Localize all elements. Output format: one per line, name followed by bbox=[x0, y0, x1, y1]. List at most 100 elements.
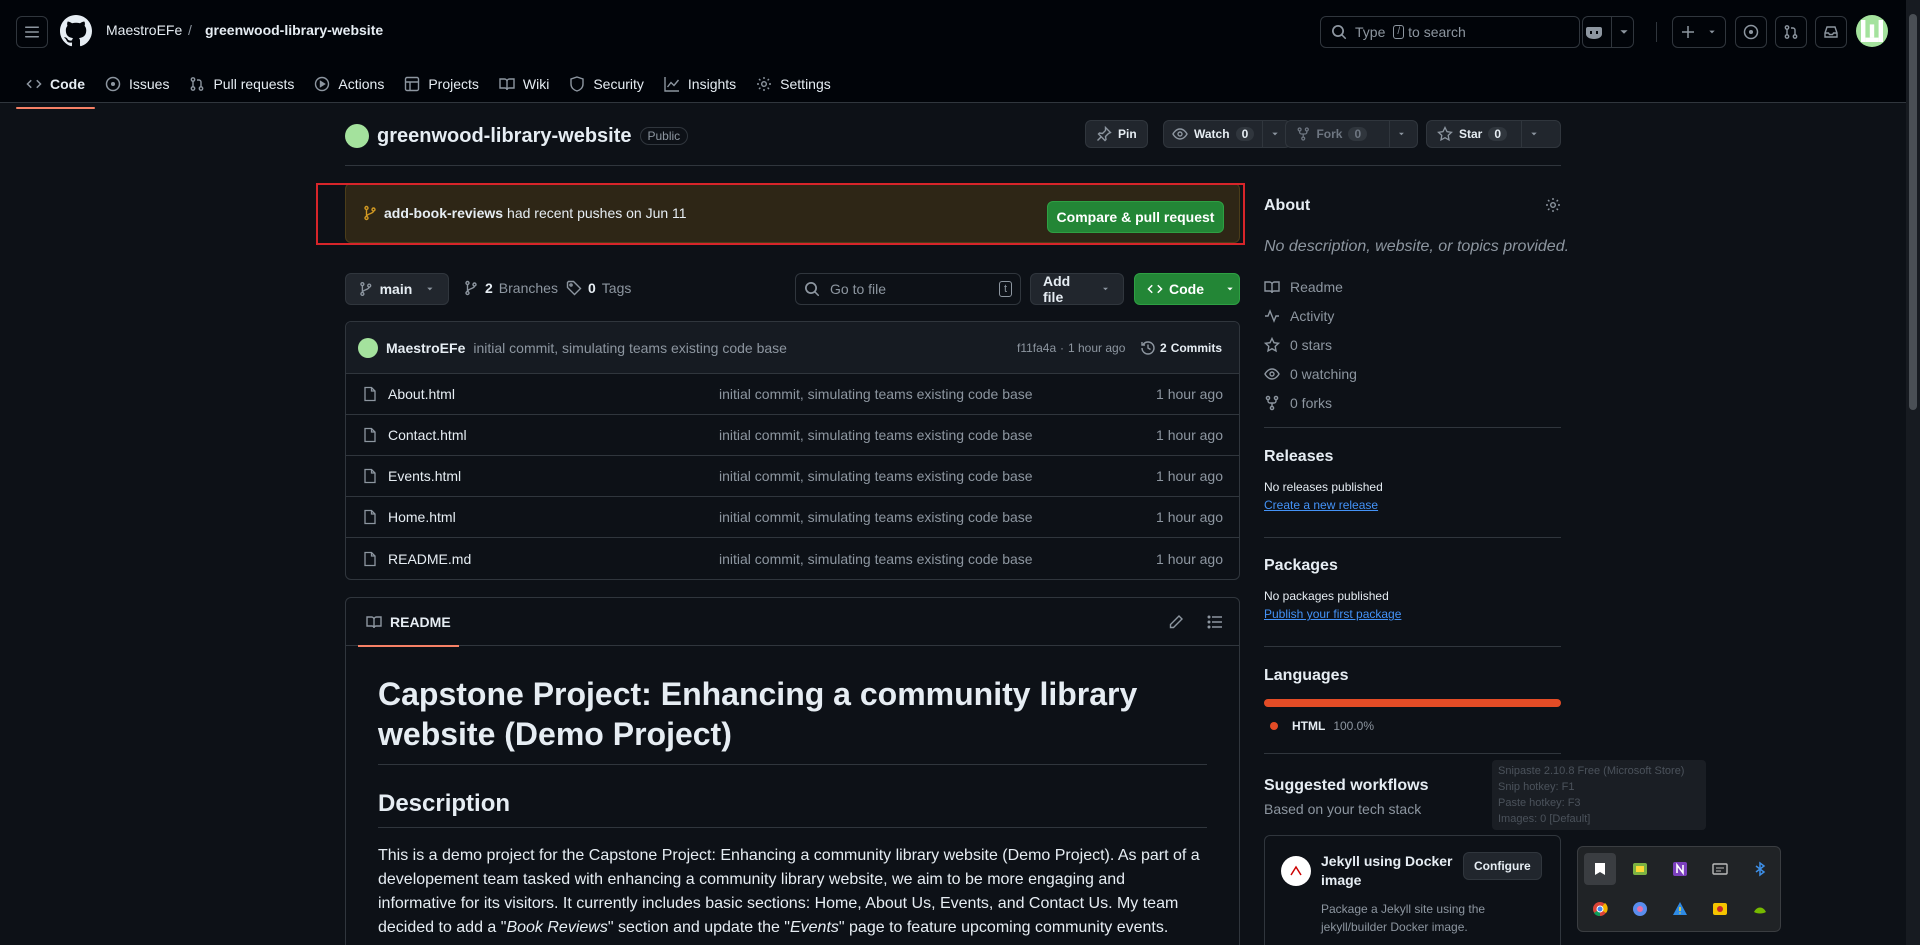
security-tray-icon[interactable] bbox=[1704, 893, 1736, 925]
tab-wiki[interactable]: Wiki bbox=[489, 66, 559, 102]
tab-security[interactable]: Security bbox=[559, 66, 654, 102]
file-row[interactable]: Home.html initial commit, simulating team… bbox=[346, 497, 1239, 538]
packages-title[interactable]: Packages bbox=[1264, 557, 1401, 575]
tab-label: Insights bbox=[687, 76, 737, 92]
file-commit-message[interactable]: initial commit, simulating teams existin… bbox=[719, 427, 1033, 443]
user-avatar[interactable] bbox=[1856, 15, 1888, 47]
snipaste-tray-icon[interactable] bbox=[1584, 853, 1616, 885]
file-row[interactable]: Contact.html initial commit, simulating t… bbox=[346, 415, 1239, 456]
tab-code[interactable]: Code bbox=[16, 66, 95, 109]
file-row[interactable]: README.md initial commit, simulating team… bbox=[346, 538, 1239, 579]
pull-request-icon bbox=[1784, 25, 1798, 39]
releases-title[interactable]: Releases bbox=[1264, 448, 1383, 466]
tab-projects[interactable]: Projects bbox=[394, 66, 489, 102]
add-file-button[interactable]: Add file bbox=[1030, 273, 1124, 305]
bluetooth-tray-icon[interactable] bbox=[1744, 853, 1776, 885]
github-logo-icon[interactable] bbox=[60, 15, 92, 47]
file-commit-message[interactable]: initial commit, simulating teams existin… bbox=[719, 386, 1033, 402]
warning-tray-icon[interactable] bbox=[1664, 893, 1696, 925]
about-settings-button[interactable] bbox=[1545, 197, 1561, 213]
owner-avatar[interactable] bbox=[345, 124, 369, 148]
star-button[interactable]: Star 0 bbox=[1426, 120, 1561, 148]
search-input[interactable]: Type / to search bbox=[1320, 16, 1580, 48]
code-button[interactable]: Code bbox=[1134, 273, 1240, 305]
file-commit-message[interactable]: initial commit, simulating teams existin… bbox=[719, 468, 1033, 484]
copilot-icon bbox=[1585, 27, 1602, 39]
about-section: About bbox=[1264, 197, 1561, 215]
pull-requests-button[interactable] bbox=[1775, 16, 1807, 48]
tags-link[interactable]: 0 Tags bbox=[566, 280, 631, 296]
branch-selector[interactable]: main bbox=[345, 273, 449, 305]
commit-author-avatar[interactable] bbox=[358, 337, 378, 358]
issues-button[interactable] bbox=[1735, 16, 1767, 48]
display-tray-icon[interactable] bbox=[1704, 853, 1736, 885]
about-link[interactable]: 0 watching bbox=[1264, 359, 1561, 388]
breadcrumb-owner[interactable]: MaestroEFe bbox=[106, 22, 182, 38]
tab-actions[interactable]: Actions bbox=[304, 66, 394, 102]
language-item[interactable]: HTML 100.0% bbox=[1264, 719, 1561, 733]
commits-link[interactable]: 2 Commits bbox=[1140, 340, 1222, 356]
chevron-down-icon bbox=[1531, 132, 1537, 136]
file-commit-message[interactable]: initial commit, simulating teams existin… bbox=[719, 509, 1033, 525]
about-link[interactable]: 0 stars bbox=[1264, 330, 1561, 359]
suggested-workflows-section: Suggested workflows Based on your tech s… bbox=[1264, 777, 1428, 817]
publish-package-link[interactable]: Publish your first package bbox=[1264, 607, 1401, 621]
copilot-tray-icon[interactable] bbox=[1624, 893, 1656, 925]
eye-icon bbox=[1264, 367, 1280, 380]
scrollbar-thumb[interactable] bbox=[1909, 14, 1917, 410]
menu-button[interactable] bbox=[16, 16, 48, 48]
workflows-subtitle: Based on your tech stack bbox=[1264, 801, 1422, 817]
tab-issues[interactable]: Issues bbox=[95, 66, 179, 102]
create-release-link[interactable]: Create a new release bbox=[1264, 498, 1383, 512]
fork-button[interactable]: Fork 0 bbox=[1285, 120, 1418, 148]
nvidia-tray-icon[interactable] bbox=[1744, 893, 1776, 925]
readme-tab-label: README bbox=[390, 614, 451, 630]
edit-readme-button[interactable] bbox=[1168, 614, 1184, 630]
tab-settings[interactable]: Settings bbox=[746, 66, 841, 102]
commit-message[interactable]: initial commit, simulating teams existin… bbox=[473, 340, 787, 356]
workflow-card-title[interactable]: Jekyll using Docker image bbox=[1321, 852, 1461, 890]
tags-label: Tags bbox=[601, 280, 632, 296]
file-row[interactable]: About.html initial commit, simulating tea… bbox=[346, 374, 1239, 415]
app-tray-icon[interactable] bbox=[1624, 853, 1656, 885]
about-link-label: 0 watching bbox=[1290, 365, 1357, 382]
go-to-file-input[interactable]: Go to file t bbox=[795, 273, 1021, 305]
readme-tab[interactable]: README bbox=[358, 598, 459, 647]
code-label: Code bbox=[1169, 281, 1204, 297]
repo-name[interactable]: greenwood-library-website bbox=[377, 125, 632, 148]
tab-insights[interactable]: Insights bbox=[654, 66, 746, 102]
copilot-button[interactable] bbox=[1582, 16, 1634, 48]
commit-author[interactable]: MaestroEFe bbox=[386, 340, 465, 356]
fork-icon bbox=[1297, 127, 1309, 141]
file-icon bbox=[362, 427, 378, 443]
create-new-button[interactable] bbox=[1672, 16, 1726, 48]
branches-link[interactable]: 2 Branches bbox=[463, 280, 558, 296]
about-link[interactable]: Readme bbox=[1264, 272, 1561, 301]
file-name[interactable]: README.md bbox=[388, 551, 471, 567]
about-link[interactable]: 0 forks bbox=[1264, 388, 1561, 417]
page-scrollbar[interactable] bbox=[1906, 0, 1920, 945]
readme-heading-description: Description bbox=[378, 789, 1207, 828]
file-commit-message[interactable]: initial commit, simulating teams existin… bbox=[719, 551, 1033, 567]
tab-pull-requests[interactable]: Pull requests bbox=[179, 66, 304, 102]
outline-button[interactable] bbox=[1207, 614, 1223, 630]
file-name[interactable]: Events.html bbox=[388, 468, 461, 484]
tab-label: Code bbox=[50, 76, 85, 92]
pin-button[interactable]: Pin bbox=[1085, 120, 1148, 148]
file-name[interactable]: Contact.html bbox=[388, 427, 467, 443]
configure-button[interactable]: Configure bbox=[1463, 852, 1542, 880]
file-name[interactable]: About.html bbox=[388, 386, 455, 402]
pull-request-icon bbox=[191, 77, 204, 91]
file-name[interactable]: Home.html bbox=[388, 509, 456, 525]
inbox-button[interactable] bbox=[1815, 16, 1847, 48]
breadcrumb-repo[interactable]: greenwood-library-website bbox=[205, 22, 383, 38]
onenote-tray-icon[interactable] bbox=[1664, 853, 1696, 885]
repo-title: greenwood-library-website Public bbox=[345, 124, 689, 148]
watch-button[interactable]: Watch 0 bbox=[1163, 120, 1291, 148]
search-prefix: Type bbox=[1355, 24, 1386, 40]
file-row[interactable]: Events.html initial commit, simulating te… bbox=[346, 456, 1239, 497]
about-link[interactable]: Activity bbox=[1264, 301, 1561, 330]
commit-hash[interactable]: f11fa4a bbox=[1017, 341, 1056, 355]
language-bar-html bbox=[1264, 699, 1561, 707]
chrome-tray-icon[interactable] bbox=[1584, 893, 1616, 925]
